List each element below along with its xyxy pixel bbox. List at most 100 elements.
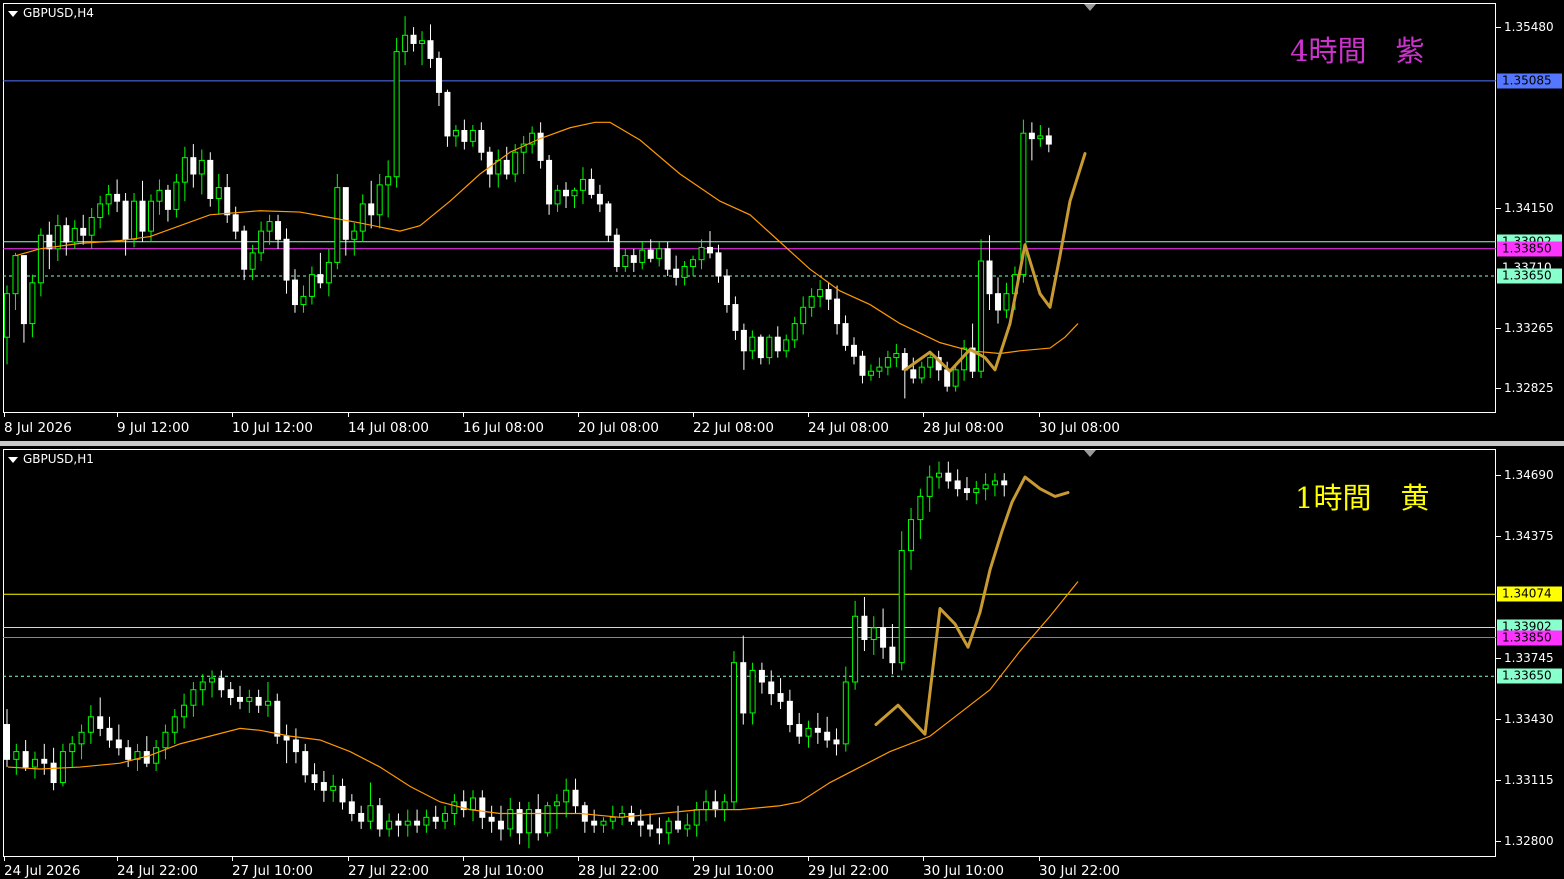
drawn-trend-line[interactable] <box>874 475 1070 736</box>
candle <box>834 285 841 335</box>
candle <box>783 334 790 358</box>
price-tick-label: 1.34690 <box>1504 468 1554 483</box>
candle <box>106 716 113 748</box>
candle <box>190 144 197 188</box>
price-level-badge[interactable]: 1.33850 <box>1497 630 1562 646</box>
candle <box>139 180 146 242</box>
candle <box>190 682 197 717</box>
candle <box>525 801 532 849</box>
candle <box>105 184 112 215</box>
candle <box>774 326 781 358</box>
price-level-badge[interactable]: 1.33650 <box>1497 268 1562 284</box>
candle <box>973 480 980 505</box>
price-tick-label: 1.34150 <box>1504 201 1554 215</box>
candle <box>275 214 282 249</box>
candle <box>218 670 225 698</box>
time-tick-mark <box>463 412 464 417</box>
candle <box>274 693 281 744</box>
candle <box>579 167 586 204</box>
time-tick-mark <box>578 856 579 861</box>
candle <box>376 798 383 837</box>
candle <box>647 813 654 837</box>
candle <box>842 315 849 351</box>
time-tick-mark <box>463 856 464 861</box>
candle <box>901 348 908 399</box>
candle <box>546 154 553 215</box>
candle <box>37 228 44 297</box>
candle <box>693 801 700 837</box>
candle <box>41 743 48 775</box>
time-tick-label: 20 Jul 08:00 <box>578 420 659 436</box>
candle <box>982 473 989 501</box>
candle <box>963 477 970 501</box>
chart-panel-h4[interactable]: GBPUSD,H4 4時間 紫 1.35480 1.34150 1.33265 1.3… <box>0 0 1564 441</box>
candle <box>125 740 132 768</box>
candle <box>427 24 434 68</box>
price-level-badge[interactable]: 1.34074 <box>1497 586 1562 602</box>
price-tick-label: 1.34375 <box>1504 529 1554 544</box>
candle <box>1001 473 1008 497</box>
candle <box>207 152 214 207</box>
candle <box>414 809 421 833</box>
candle <box>358 805 365 829</box>
candle <box>22 740 29 771</box>
candle <box>410 27 417 52</box>
time-tick-mark <box>348 412 349 417</box>
candle <box>114 179 121 213</box>
candle <box>563 778 570 818</box>
candle <box>162 724 169 760</box>
price-tick-label: 1.32825 <box>1504 381 1554 396</box>
candle <box>758 662 765 694</box>
candle <box>880 608 887 659</box>
candle <box>320 770 327 802</box>
candle <box>800 296 807 335</box>
candle <box>31 751 38 779</box>
candle <box>237 685 243 710</box>
candle <box>351 222 358 256</box>
price-tick-mark <box>1496 27 1501 29</box>
candle <box>935 350 942 381</box>
candle <box>851 337 857 365</box>
price-tick-label: 1.33745 <box>1504 650 1554 665</box>
candle <box>507 798 514 837</box>
candle <box>432 805 439 829</box>
candle <box>470 790 476 822</box>
time-tick-label: 14 Jul 08:00 <box>348 420 429 436</box>
candle <box>954 469 961 497</box>
candle <box>97 195 104 229</box>
candle <box>898 531 905 671</box>
chart-panel-h1[interactable]: GBPUSD,H1 1時間 黄 1.34690 1.34375 1.33745 1.3… <box>0 446 1564 879</box>
candle <box>707 231 714 259</box>
candle <box>893 344 900 368</box>
candle <box>537 122 544 169</box>
candle <box>619 805 626 826</box>
time-tick-label: 22 Jul 08:00 <box>693 420 774 436</box>
candle <box>495 149 502 188</box>
candle <box>4 285 10 365</box>
candle <box>647 239 654 263</box>
candle <box>46 221 53 270</box>
candle <box>461 119 468 150</box>
candle <box>805 720 812 748</box>
candle <box>339 778 346 810</box>
price-tick-mark <box>1496 718 1501 720</box>
candle <box>986 235 993 310</box>
price-level-badge[interactable]: 1.33650 <box>1497 668 1562 684</box>
candle <box>675 805 682 833</box>
time-tick-label: 16 Jul 08:00 <box>463 420 544 436</box>
price-tick-mark <box>1496 475 1501 477</box>
candle <box>393 38 400 188</box>
candle <box>852 600 859 690</box>
time-tick-mark <box>578 412 579 417</box>
candle <box>444 89 451 147</box>
candle <box>842 666 849 752</box>
candle <box>768 670 775 706</box>
candle <box>488 805 495 833</box>
time-tick-mark <box>348 856 349 861</box>
price-level-badge[interactable]: 1.33850 <box>1497 241 1562 257</box>
price-tick-label: 1.35480 <box>1504 20 1554 35</box>
price-level-badge[interactable]: 1.35085 <box>1497 73 1562 89</box>
candle <box>1028 122 1035 161</box>
candle <box>122 193 129 256</box>
candle <box>181 146 188 202</box>
